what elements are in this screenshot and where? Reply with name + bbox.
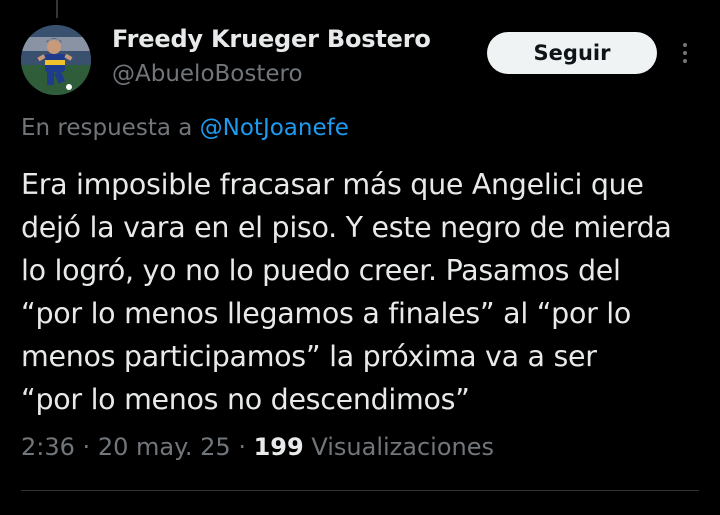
divider <box>21 490 699 491</box>
more-dot <box>683 59 687 63</box>
reply-prefix: En respuesta a <box>21 115 193 141</box>
views-label: Visualizaciones <box>311 433 494 461</box>
views-count: 199 <box>253 433 304 461</box>
avatar[interactable] <box>21 25 91 95</box>
reply-mention-link[interactable]: @NotJoanefe <box>200 115 349 141</box>
tweet-date[interactable]: 20 may. 25 <box>98 433 231 461</box>
tweet-text: Era imposible fracasar más que Angelici … <box>21 163 711 421</box>
reply-context: En respuesta a @NotJoanefe <box>21 115 349 141</box>
tweet-text-line: “por lo menos llegamos a finales” al “po… <box>21 297 632 330</box>
tweet-text-line: menos participamos” la próxima va a ser <box>21 340 597 373</box>
meta-separator: · <box>238 433 246 461</box>
thread-connector-line <box>56 0 58 18</box>
avatar-image <box>21 25 91 95</box>
tweet-time[interactable]: 2:36 <box>21 433 75 461</box>
author-display-name[interactable]: Freedy Krueger Bostero <box>112 25 431 53</box>
tweet-text-line: dejó la vara en el piso. Y este negro de… <box>21 211 672 244</box>
tweet-text-line: lo logró, yo no lo puedo creer. Pasamos … <box>21 254 621 287</box>
more-dot <box>683 51 687 55</box>
author-handle[interactable]: @AbueloBostero <box>112 61 303 87</box>
more-dot <box>683 43 687 47</box>
tweet-meta: 2:36 · 20 may. 25 · 199 Visualizaciones <box>21 433 494 461</box>
follow-button[interactable]: Seguir <box>487 32 657 74</box>
tweet-text-line: Era imposible fracasar más que Angelici … <box>21 168 644 201</box>
tweet-text-line: “por lo menos no descendimos” <box>21 383 470 416</box>
more-options-icon[interactable] <box>674 38 696 68</box>
meta-separator: · <box>82 433 91 461</box>
